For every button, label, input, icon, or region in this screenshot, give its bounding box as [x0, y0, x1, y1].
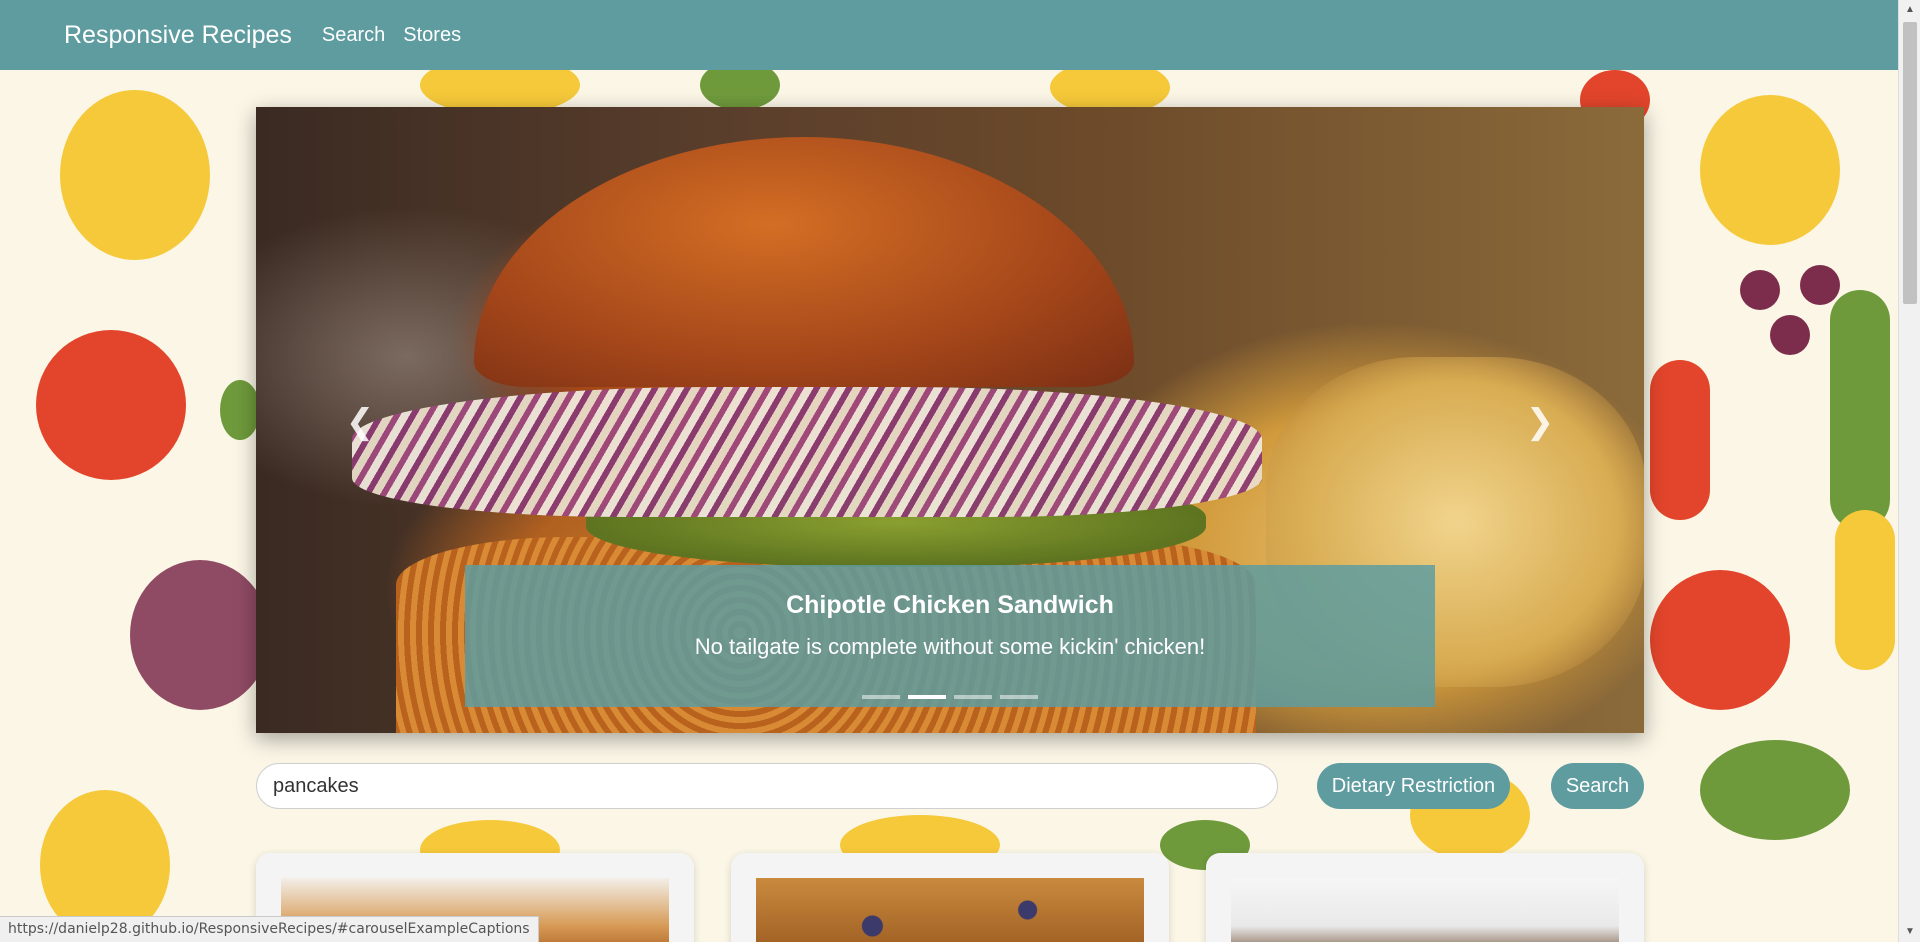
leaf-decoration: [1700, 740, 1850, 840]
berry-decoration: [1770, 315, 1810, 355]
peapod-decoration: [1830, 290, 1890, 530]
recipe-card[interactable]: [1206, 853, 1644, 942]
scroll-down-arrow-icon[interactable]: ▼: [1899, 922, 1920, 942]
carousel-indicator-3[interactable]: [954, 695, 992, 699]
brand-link[interactable]: Responsive Recipes: [64, 21, 292, 50]
link-status-bar: https://danielp28.github.io/ResponsiveRe…: [0, 916, 539, 942]
caption-text: No tailgate is complete without some kic…: [694, 634, 1206, 659]
dietary-restriction-button[interactable]: Dietary Restriction: [1317, 763, 1510, 809]
radish-decoration: [1650, 570, 1790, 710]
caption-title: Chipotle Chicken Sandwich: [786, 591, 1114, 619]
leaf-decoration: [220, 380, 260, 440]
carousel-prev-button[interactable]: ❮: [300, 387, 420, 457]
pomegranate-decoration: [130, 560, 270, 710]
corn-decoration: [1835, 510, 1895, 670]
recipe-card[interactable]: [731, 853, 1169, 942]
recipe-carousel: ❮ ❯ Chipotle Chicken Sandwich No tailgat…: [256, 107, 1644, 733]
scrollbar-thumb[interactable]: [1903, 22, 1917, 304]
recipe-card-image[interactable]: [756, 878, 1144, 942]
nav-link-search[interactable]: Search: [322, 24, 385, 47]
page-scrollbar[interactable]: ▲ ▼: [1898, 0, 1920, 942]
nav-link-stores[interactable]: Stores: [403, 24, 461, 47]
carrot-decoration: [1650, 360, 1710, 520]
carousel-image-slaw: [352, 387, 1262, 517]
carousel-indicator-2[interactable]: [908, 695, 946, 699]
lemon-decoration: [1700, 95, 1840, 245]
recipe-search-input[interactable]: [256, 763, 1278, 809]
recipe-card-image[interactable]: [1231, 878, 1619, 942]
search-row: Dietary Restriction Search: [256, 763, 1644, 809]
top-navbar: Responsive Recipes Search Stores: [0, 0, 1898, 70]
carousel-image-bun: [474, 137, 1134, 387]
pear-decoration: [60, 90, 210, 260]
berry-decoration: [1800, 265, 1840, 305]
berry-decoration: [1740, 270, 1780, 310]
carousel-next-button[interactable]: ❯: [1480, 387, 1600, 457]
carousel-caption: Chipotle Chicken Sandwich No tailgate is…: [465, 565, 1435, 707]
carousel-indicator-1[interactable]: [862, 695, 900, 699]
search-button[interactable]: Search: [1551, 763, 1644, 809]
carousel-indicators: [465, 695, 1435, 699]
scroll-up-arrow-icon[interactable]: ▲: [1899, 0, 1920, 20]
chevron-left-icon: ❮: [345, 403, 375, 441]
carousel-indicator-4[interactable]: [1000, 695, 1038, 699]
apple-decoration: [36, 330, 186, 480]
chevron-right-icon: ❯: [1525, 403, 1555, 441]
